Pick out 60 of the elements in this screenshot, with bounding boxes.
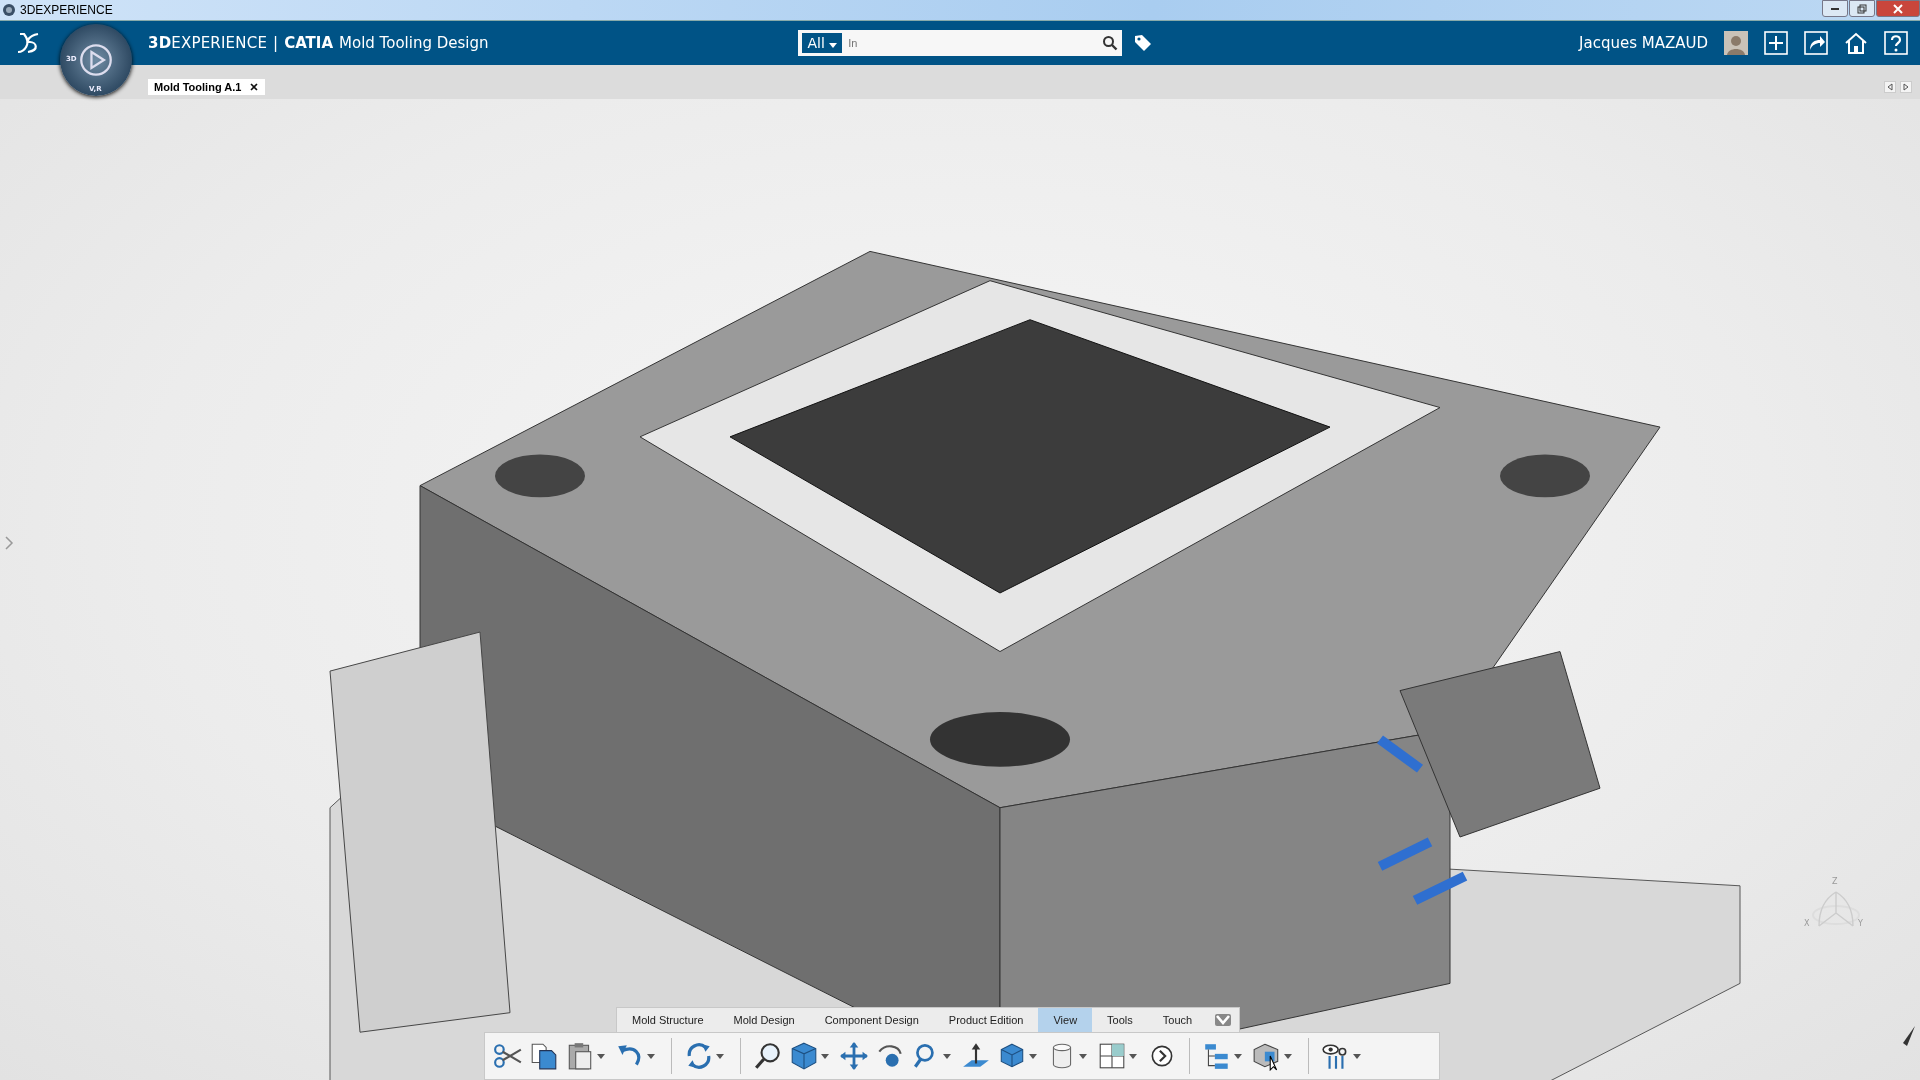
caret-icon: [1029, 1053, 1037, 1059]
toolbar-button[interactable]: [529, 1041, 559, 1071]
user-name[interactable]: Jacques MAZAUD: [1579, 34, 1708, 52]
minimize-icon: [1831, 7, 1839, 10]
caret-icon: [829, 43, 838, 48]
right-arrow-icon[interactable]: [1900, 81, 1912, 93]
document-tab[interactable]: Mold Tooling A.1: [148, 79, 266, 95]
axis-label: X: [1804, 919, 1810, 928]
caret-icon: [1284, 1053, 1292, 1059]
toolbar-button[interactable]: [493, 1041, 523, 1071]
section-tab[interactable]: Component Design: [809, 1008, 934, 1032]
grid-icon: [1097, 1041, 1127, 1071]
tag-icon[interactable]: [1134, 34, 1153, 52]
search-field[interactable]: All In: [798, 30, 1123, 56]
home-icon[interactable]: [1844, 31, 1868, 55]
scope-dropdown[interactable]: All: [802, 33, 843, 53]
section-tab[interactable]: Touch: [1147, 1008, 1208, 1032]
restore-button[interactable]: [1849, 0, 1875, 17]
caret-icon: [716, 1053, 724, 1059]
caret-icon: [1234, 1053, 1242, 1059]
play-icon[interactable]: [79, 43, 113, 77]
caret-icon: [647, 1053, 655, 1059]
app-icon: [2, 3, 16, 17]
window-title: 3DEXPERIENCE: [20, 3, 113, 17]
caret-icon: [1129, 1053, 1137, 1059]
app-brand: CATIA: [284, 34, 333, 52]
help-icon[interactable]: [1884, 31, 1908, 55]
axis-label: Y: [1858, 919, 1863, 928]
brand-divider: |: [273, 34, 279, 52]
section-tab[interactable]: Tools: [1092, 1008, 1148, 1032]
cube-icon: [789, 1041, 819, 1071]
copy-icon: [529, 1041, 559, 1071]
axis-icon: [1811, 889, 1861, 929]
plus-icon[interactable]: [1764, 31, 1788, 55]
caret-icon: [821, 1053, 829, 1059]
section-tab[interactable]: Product Edition: [933, 1008, 1039, 1032]
brand-name: 3DEXPERIENCE: [148, 34, 268, 52]
four-arrows-icon: [839, 1041, 869, 1071]
close-icon[interactable]: [249, 82, 260, 92]
caret-icon: [1079, 1053, 1087, 1059]
minimize-button[interactable]: [1822, 0, 1848, 17]
app-name: Mold Tooling Design: [339, 34, 489, 52]
toolbar-button[interactable]: [753, 1041, 783, 1071]
cursor-icon: [1902, 1025, 1916, 1047]
chevron-down-icon[interactable]: [1215, 1014, 1232, 1026]
close-button[interactable]: [1876, 0, 1920, 17]
axis-label: Z: [1832, 877, 1838, 886]
left-arrow-icon[interactable]: [1884, 81, 1896, 93]
close-icon: [1893, 3, 1903, 14]
magnifier-icon: [753, 1041, 783, 1071]
share-icon[interactable]: [1804, 31, 1828, 55]
search-icon[interactable]: [1102, 35, 1119, 51]
caret-icon: [597, 1053, 605, 1059]
section-tab[interactable]: Mold Structure: [617, 1008, 719, 1032]
section-tab[interactable]: Mold Design: [718, 1008, 810, 1032]
scissors-icon: [493, 1041, 523, 1071]
restore-icon: [1857, 3, 1867, 14]
caret-icon: [1353, 1053, 1361, 1059]
caret-icon: [943, 1053, 951, 1059]
section-tab[interactable]: View: [1038, 1008, 1093, 1032]
